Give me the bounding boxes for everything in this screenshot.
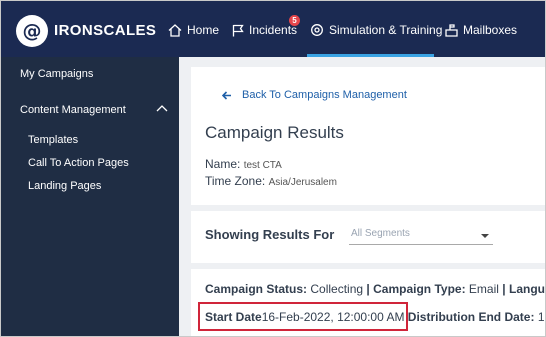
home-icon: [168, 23, 182, 37]
sidebar-item-templates[interactable]: Templates: [28, 134, 78, 146]
flag-icon: [232, 24, 244, 36]
timezone-label: Time Zone:: [205, 174, 266, 188]
nav-mailboxes[interactable]: Mailboxes: [445, 23, 517, 37]
timezone-value: Asia/Jerusalem: [268, 177, 337, 188]
nav-simulation-training[interactable]: Simulation & Training: [310, 23, 442, 37]
page-title: Campaign Results: [205, 123, 344, 142]
language-label: Langu: [508, 282, 545, 296]
mailbox-icon: [445, 23, 458, 37]
nav-home[interactable]: Home: [168, 23, 219, 37]
sidebar-item-my-campaigns[interactable]: My Campaigns: [20, 68, 93, 80]
sidebar-item-call-to-action-pages[interactable]: Call To Action Pages: [28, 157, 129, 169]
distribution-end-date-label: Distribution End Date:: [407, 310, 535, 324]
type-label: Campaign Type:: [373, 282, 466, 296]
status-value: Collecting: [310, 282, 364, 296]
nav-incidents[interactable]: Incidents: [232, 23, 297, 37]
timezone-row: Time Zone: Asia/Jerusalem: [205, 174, 337, 188]
top-nav-bar: @ IRONSCALES Home Incidents 5 Simulation…: [1, 1, 545, 57]
app-window: @ IRONSCALES Home Incidents 5 Simulation…: [0, 0, 546, 337]
active-tab-indicator: [307, 54, 434, 57]
sidebar: [1, 57, 179, 336]
back-link-label: Back To Campaigns Management: [242, 89, 407, 101]
incidents-count-badge: 5: [289, 15, 300, 26]
campaign-name-row: Name: test CTA: [205, 157, 282, 171]
segments-select[interactable]: All Segments: [349, 225, 493, 245]
sidebar-item-content-management[interactable]: Content Management: [20, 104, 126, 116]
sidebar-item-landing-pages[interactable]: Landing Pages: [28, 180, 101, 192]
name-value: test CTA: [243, 160, 282, 171]
brand-name[interactable]: IRONSCALES: [54, 22, 156, 39]
nav-simulation-label: Simulation & Training: [329, 23, 443, 37]
nav-incidents-label: Incidents: [249, 23, 298, 37]
arrow-left-icon: [222, 90, 231, 100]
showing-results-label: Showing Results For: [205, 227, 335, 242]
name-label: Name:: [205, 157, 241, 171]
segments-select-value: All Segments: [351, 228, 410, 239]
caret-down-icon: [481, 234, 489, 238]
start-date-highlight-box: [198, 302, 408, 331]
campaign-status-line: Campaign Status: Collecting | Campaign T…: [205, 282, 545, 296]
distribution-end-date-value: 1: [537, 310, 545, 324]
ironscales-logo-icon[interactable]: @: [16, 15, 48, 47]
gear-icon: [311, 24, 323, 36]
type-value: Email: [468, 282, 499, 296]
nav-home-label: Home: [187, 23, 220, 37]
nav-mailboxes-label: Mailboxes: [463, 23, 518, 37]
separator: |: [502, 282, 506, 296]
status-label: Campaign Status:: [205, 282, 308, 296]
back-to-campaigns-link[interactable]: Back To Campaigns Management: [222, 89, 407, 101]
chevron-up-icon[interactable]: [156, 104, 168, 112]
separator: |: [366, 282, 370, 296]
